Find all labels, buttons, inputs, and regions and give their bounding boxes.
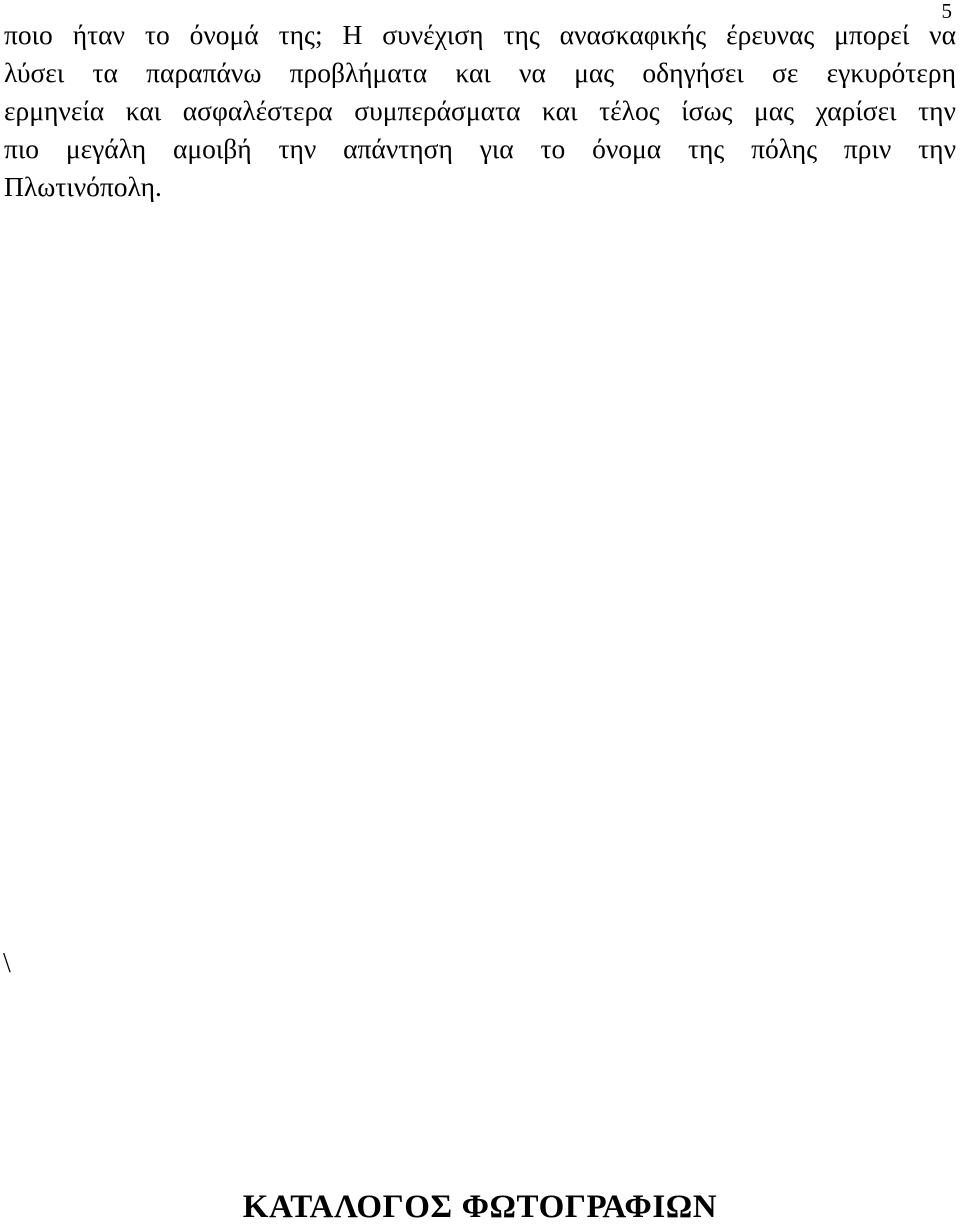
section-heading-photo-catalog: ΚΑΤΑΛΟΓΟΣ ΦΩΤΟΓΡΑΦΙΩΝ [242, 1189, 718, 1225]
body-line-2: λύσει τα παραπάνω προβλήματα και να μας … [4, 57, 956, 88]
document-page: 5 ποιο ήταν το όνομά της; Η συνέχιση της… [0, 0, 960, 1227]
body-text-block: ποιο ήταν το όνομά της; Η συνέχιση της α… [4, 16, 956, 206]
stray-backslash-mark: \ [3, 948, 11, 979]
body-line-4: πιο μεγάλη αμοιβή την απάντηση για το όν… [4, 133, 956, 164]
body-line-3: ερμηνεία και ασφαλέστερα συμπεράσματα κα… [4, 95, 956, 126]
body-line-1: ποιο ήταν το όνομά της; Η συνέχιση της α… [4, 19, 956, 50]
body-line-5: Πλωτινόπολη. [4, 171, 162, 202]
